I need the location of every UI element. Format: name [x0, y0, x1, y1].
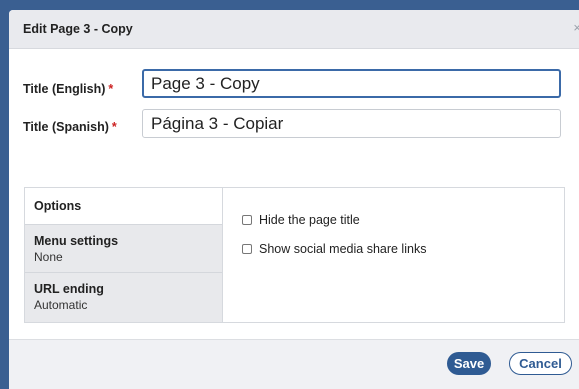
hide-page-title-option[interactable]: Hide the page title [242, 213, 360, 227]
title-english-input[interactable] [142, 69, 561, 98]
options-panel: Options Menu settings None URL ending Au… [24, 187, 565, 323]
options-tab-menu-settings[interactable]: Menu settings None [25, 224, 222, 272]
title-spanish-label: Title (Spanish) * [23, 120, 117, 134]
dialog-body: Title (English)* Title (Spanish)* Option… [9, 49, 579, 339]
title-english-label: Title (English) * [23, 82, 113, 96]
options-tab-options[interactable]: Options [25, 188, 222, 224]
hide-page-title-label: Hide the page title [259, 213, 360, 227]
title-spanish-label-text: Title (Spanish) [23, 120, 109, 134]
social-share-option[interactable]: Show social media share links [242, 242, 426, 256]
url-ending-label: URL ending [34, 282, 104, 296]
dialog-footer: Save Cancel [9, 339, 579, 389]
dialog-title: Edit Page 3 - Copy [23, 22, 133, 36]
menu-settings-label: Menu settings [34, 234, 119, 248]
options-tab-url-ending[interactable]: URL ending Automatic [25, 272, 222, 322]
save-button[interactable]: Save [447, 352, 491, 375]
required-marker: * [108, 82, 114, 96]
options-tab-label: Options [34, 199, 82, 213]
edit-page-dialog: Edit Page 3 - Copy × Title (English)* Ti… [9, 10, 579, 389]
close-icon[interactable]: × [573, 21, 579, 34]
url-ending-value: Automatic [34, 298, 88, 312]
title-english-label-text: Title (English) [23, 82, 106, 96]
social-share-label: Show social media share links [259, 242, 427, 256]
cancel-button[interactable]: Cancel [509, 352, 572, 375]
required-marker: * [111, 120, 117, 134]
social-share-checkbox[interactable] [242, 244, 252, 254]
title-spanish-input[interactable] [142, 109, 561, 138]
menu-settings-value: None [34, 250, 63, 264]
hide-page-title-checkbox[interactable] [242, 215, 252, 225]
dialog-titlebar: Edit Page 3 - Copy × [9, 10, 579, 49]
options-nav: Options Menu settings None URL ending Au… [25, 188, 223, 322]
